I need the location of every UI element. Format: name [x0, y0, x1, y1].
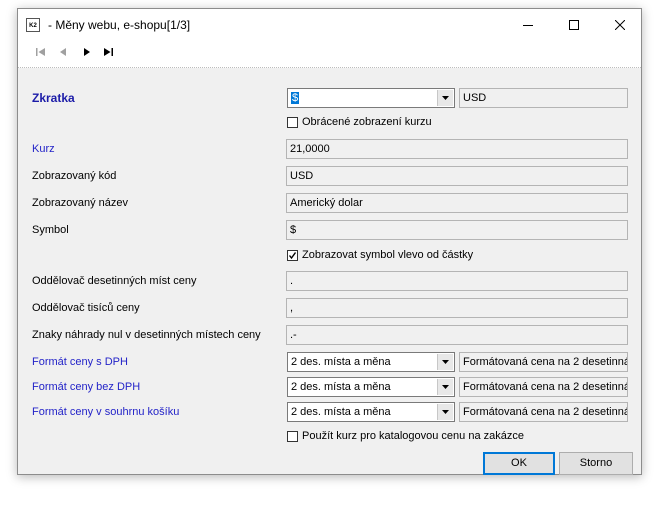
thousands-separator-label: Oddělovač tisíců ceny: [32, 302, 140, 314]
zkratka-code-field: USD: [459, 88, 628, 108]
chevron-down-icon: [442, 385, 449, 389]
price-cart-preview: Formátovaná cena na 2 desetinná: [459, 402, 628, 422]
app-k2-icon: K2: [26, 18, 40, 32]
checkmark-icon: [288, 251, 297, 259]
combo-arrow-button[interactable]: [437, 90, 453, 106]
kurz-label: Kurz: [32, 143, 55, 155]
last-record-icon: [104, 48, 113, 56]
zkratka-selected-value: $: [291, 92, 300, 104]
price-with-vat-selected: 2 des. místa a měna: [291, 356, 391, 368]
minimize-button[interactable]: [505, 9, 551, 41]
price-without-vat-combo[interactable]: 2 des. místa a měna: [287, 377, 455, 397]
symbol-field[interactable]: $: [286, 220, 628, 240]
price-with-vat-preview: Formátovaná cena na 2 desetinná: [459, 352, 628, 372]
chevron-down-icon: [442, 360, 449, 364]
decimal-separator-label: Oddělovač desetinných míst ceny: [32, 275, 197, 287]
catalog-rate-checkbox-row[interactable]: Použít kurz pro katalogovou cenu na zaká…: [287, 430, 524, 442]
maximize-button[interactable]: [551, 9, 597, 41]
price-with-vat-combo[interactable]: 2 des. místa a měna: [287, 352, 455, 372]
next-record-button[interactable]: [80, 45, 94, 59]
cancel-button[interactable]: Storno: [559, 452, 633, 475]
display-name-field[interactable]: Americký dolar: [286, 193, 628, 213]
maximize-icon: [569, 20, 579, 30]
title-bar[interactable]: K2 - Měny webu, e-shopu[1/3]: [18, 9, 641, 41]
zkratka-combo[interactable]: $: [287, 88, 455, 108]
window-title: - Měny webu, e-shopu[1/3]: [48, 18, 191, 32]
price-cart-selected: 2 des. místa a měna: [291, 406, 391, 418]
close-icon: [615, 20, 625, 30]
price-cart-label: Formát ceny v souhrnu košíku: [32, 406, 180, 418]
record-navigation-toolbar: [18, 41, 641, 63]
dialog-window: K2 - Měny webu, e-shopu[1/3] Zkratka $ U…: [17, 8, 642, 475]
symbol-left-checkbox[interactable]: [287, 249, 298, 261]
previous-record-button[interactable]: [56, 45, 70, 59]
first-record-icon: [36, 48, 45, 56]
price-without-vat-preview: Formátovaná cena na 2 desetinná: [459, 377, 628, 397]
ok-button[interactable]: OK: [483, 452, 555, 475]
symbol-left-label: Zobrazovat symbol vlevo od částky: [302, 249, 474, 261]
last-record-button[interactable]: [102, 45, 116, 59]
display-code-field[interactable]: USD: [286, 166, 628, 186]
price-with-vat-label: Formát ceny s DPH: [32, 356, 128, 368]
zero-replacement-label: Znaky náhrady nul v desetinných místech …: [32, 329, 261, 341]
combo-arrow-button[interactable]: [437, 379, 453, 395]
combo-arrow-button[interactable]: [437, 404, 453, 420]
kurz-field[interactable]: 21,0000: [286, 139, 628, 159]
inverted-rate-checkbox-row[interactable]: Obrácené zobrazení kurzu: [287, 116, 432, 128]
minimize-icon: [523, 25, 533, 26]
previous-record-icon: [60, 48, 66, 56]
form-content: Zkratka $ USD Obrácené zobrazení kurzu K…: [18, 68, 641, 475]
inverted-rate-checkbox[interactable]: [287, 116, 298, 128]
chevron-down-icon: [442, 410, 449, 414]
zero-replacement-field[interactable]: .-: [286, 325, 628, 345]
display-code-label: Zobrazovaný kód: [32, 170, 117, 182]
thousands-separator-field[interactable]: ,: [286, 298, 628, 318]
symbol-label: Symbol: [32, 224, 69, 236]
price-cart-combo[interactable]: 2 des. místa a měna: [287, 402, 455, 422]
first-record-button[interactable]: [34, 45, 48, 59]
price-without-vat-selected: 2 des. místa a měna: [291, 381, 391, 393]
catalog-rate-checkbox[interactable]: [287, 430, 298, 442]
next-record-icon: [84, 48, 90, 56]
decimal-separator-field[interactable]: .: [286, 271, 628, 291]
price-without-vat-label: Formát ceny bez DPH: [32, 381, 141, 393]
close-button[interactable]: [597, 9, 643, 41]
zkratka-label: Zkratka: [32, 91, 75, 105]
symbol-left-checkbox-row[interactable]: Zobrazovat symbol vlevo od částky: [287, 249, 473, 261]
chevron-down-icon: [442, 96, 449, 100]
inverted-rate-label: Obrácené zobrazení kurzu: [302, 116, 432, 128]
display-name-label: Zobrazovaný název: [32, 197, 128, 209]
combo-arrow-button[interactable]: [437, 354, 453, 370]
catalog-rate-label: Použít kurz pro katalogovou cenu na zaká…: [302, 430, 524, 442]
